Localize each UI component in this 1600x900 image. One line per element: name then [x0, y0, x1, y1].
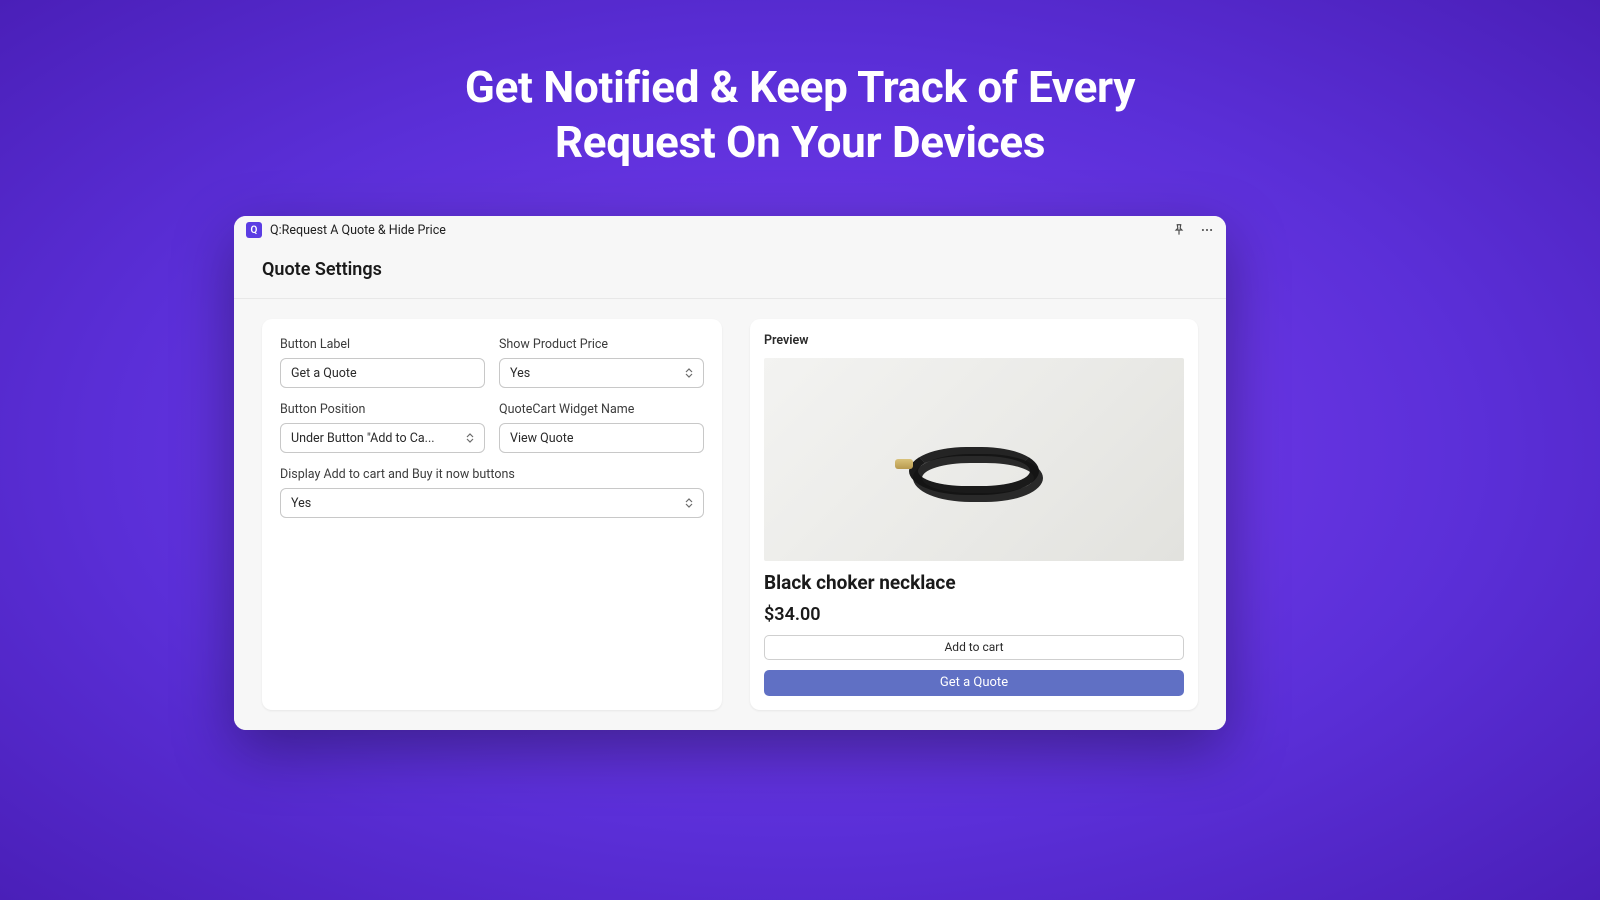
product-price: $34.00 [764, 604, 1184, 625]
button-label-label: Button Label [280, 337, 485, 352]
button-position-select[interactable]: Under Button "Add to Ca... [280, 423, 485, 453]
app-title: Q:Request A Quote & Hide Price [270, 223, 446, 238]
widget-name-label: QuoteCart Widget Name [499, 402, 704, 417]
display-buttons-select[interactable]: Yes [280, 488, 704, 518]
product-title: Black choker necklace [764, 571, 1184, 594]
get-a-quote-button[interactable]: Get a Quote [764, 670, 1184, 696]
preview-label: Preview [764, 333, 1184, 348]
preview-card: Preview Black choker necklace $34.00 Add… [750, 319, 1198, 710]
show-price-select[interactable]: Yes [499, 358, 704, 388]
widget-name-input[interactable]: View Quote [499, 423, 704, 453]
display-buttons-label: Display Add to cart and Buy it now butto… [280, 467, 704, 482]
titlebar: Q Q:Request A Quote & Hide Price [234, 216, 1226, 245]
hero-line-1: Get Notified & Keep Track of Every [0, 60, 1600, 115]
hero-line-2: Request On Your Devices [0, 115, 1600, 170]
chevron-updown-icon [685, 498, 693, 508]
chevron-updown-icon [466, 433, 474, 443]
page-title: Quote Settings [234, 245, 1226, 299]
show-price-label: Show Product Price [499, 337, 704, 352]
button-position-label: Button Position [280, 402, 485, 417]
more-icon[interactable] [1200, 223, 1214, 237]
app-window: Q Q:Request A Quote & Hide Price Quote S… [234, 216, 1226, 730]
product-image [764, 358, 1184, 561]
button-label-input[interactable]: Get a Quote [280, 358, 485, 388]
add-to-cart-button[interactable]: Add to cart [764, 635, 1184, 660]
hero-headline: Get Notified & Keep Track of Every Reque… [0, 0, 1600, 170]
pin-icon[interactable] [1172, 223, 1186, 237]
chevron-updown-icon [685, 368, 693, 378]
content-area: Button Label Get a Quote Show Product Pr… [234, 299, 1226, 730]
settings-card: Button Label Get a Quote Show Product Pr… [262, 319, 722, 710]
app-icon: Q [246, 222, 262, 238]
